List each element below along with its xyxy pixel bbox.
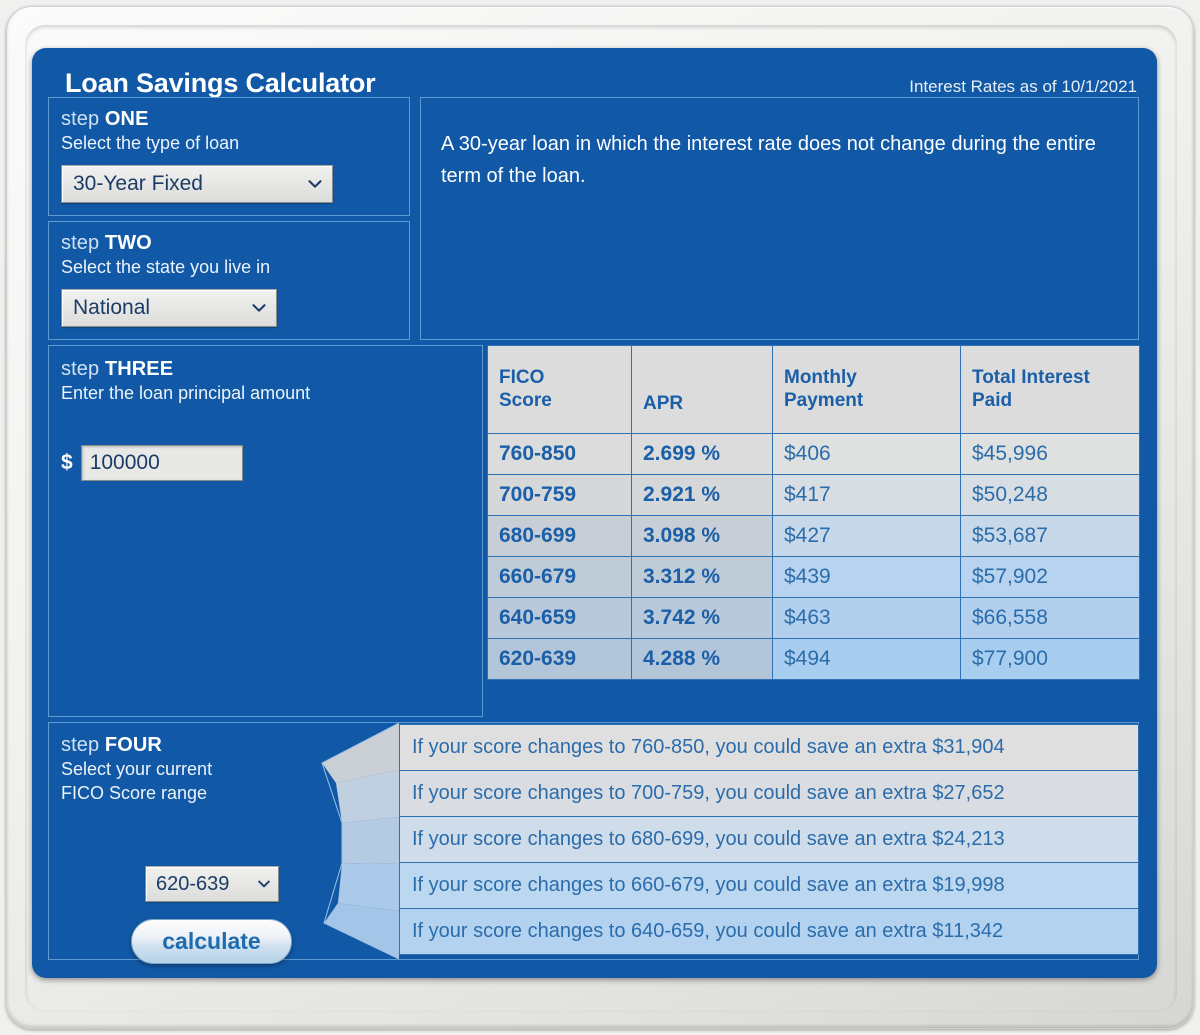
loan-savings-calculator-app: Loan Savings Calculator Interest Rates a… — [32, 48, 1157, 978]
fico-range-select[interactable]: 620-639 — [145, 866, 279, 902]
column-header-total-interest-paid: Total Interest Paid — [960, 345, 1140, 434]
cell-apr: 2.699 % — [631, 433, 773, 475]
cell-fico-score: 760-850 — [487, 433, 632, 475]
chevron-down-icon — [257, 877, 271, 891]
cell-fico-score: 660-679 — [487, 556, 632, 598]
cell-apr: 3.742 % — [631, 597, 773, 639]
step-four-description-line2: FICO Score range — [61, 782, 208, 803]
cell-apr: 3.098 % — [631, 515, 773, 557]
step-three-step-number: THREE — [104, 358, 174, 380]
step-two-step-number: TWO — [104, 232, 152, 254]
rates-as-of-date: Interest Rates as of 10/1/2021 — [909, 77, 1137, 96]
cell-total-interest-paid: $66,558 — [960, 597, 1140, 639]
step-four-panel: step FOUR Select your current FICO Score… — [48, 722, 1139, 964]
cell-apr: 4.288 % — [631, 638, 773, 680]
step-four-step-number: FOUR — [104, 734, 162, 756]
currency-symbol: $ — [61, 450, 73, 474]
step-two-panel: step TWO Select the state you live in Na… — [48, 221, 410, 340]
rates-table-body: 760-850 2.699 % $406 $45,996 700-759 2.921 % $… — [487, 433, 1140, 680]
cell-fico-score: 700-759 — [487, 474, 632, 516]
cell-monthly-payment: $494 — [772, 638, 961, 680]
step-four-step-word: step — [61, 734, 100, 756]
step-three-panel: step THREE Enter the loan principal amou… — [48, 345, 483, 717]
chevron-down-icon — [307, 176, 323, 192]
step-four-text-block: step FOUR Select your current FICO Score… — [61, 734, 212, 804]
savings-row: If your score changes to 700-759, you co… — [399, 770, 1139, 817]
cell-fico-score: 680-699 — [487, 515, 632, 557]
loan-type-select-value: 30-Year Fixed — [73, 171, 203, 195]
column-header-monthly-payment: Monthly Payment — [772, 345, 961, 434]
step-two-description: Select the state you live in — [61, 257, 271, 277]
calculate-button-label: calculate — [162, 928, 261, 954]
calculate-button[interactable]: calculate — [131, 919, 292, 964]
fico-range-select-value: 620-639 — [156, 872, 230, 895]
column-header-fico-score: FICO Score — [487, 345, 632, 434]
funnel-graphic — [321, 723, 399, 959]
cell-total-interest-paid: $53,687 — [960, 515, 1140, 557]
state-select[interactable]: National — [61, 288, 277, 327]
principal-input-value: 100000 — [89, 450, 160, 474]
step-four-description-line1: Select your current — [61, 759, 213, 779]
cell-apr: 3.312 % — [631, 556, 773, 598]
loan-type-select[interactable]: 30-Year Fixed — [61, 164, 333, 203]
rates-table-header-row: FICO Score APR Monthly Payment Total Int… — [487, 345, 1140, 434]
step-one-panel: step ONE Select the type of loan 30-Year… — [48, 97, 410, 216]
cell-fico-score: 640-659 — [487, 597, 632, 639]
step-one-description: Select the type of loan — [61, 133, 240, 153]
savings-row: If your score changes to 680-699, you co… — [399, 816, 1139, 863]
principal-input[interactable]: 100000 — [80, 444, 243, 481]
cell-apr: 2.921 % — [631, 474, 773, 516]
cell-total-interest-paid: $77,900 — [960, 638, 1140, 680]
rates-table-head: FICO Score APR Monthly Payment Total Int… — [487, 345, 1140, 434]
state-select-value: National — [73, 295, 151, 319]
step-three-label: step THREE — [61, 358, 482, 381]
cell-total-interest-paid: $50,248 — [960, 474, 1140, 516]
rates-table: FICO Score APR Monthly Payment Total Int… — [487, 345, 1140, 680]
savings-row: If your score changes to 640-659, you co… — [399, 908, 1139, 955]
cell-monthly-payment: $406 — [772, 433, 961, 475]
step-one-step-word: step — [61, 108, 100, 130]
step-two-step-word: step — [61, 232, 100, 254]
cell-total-interest-paid: $57,902 — [960, 556, 1140, 598]
savings-row: If your score changes to 660-679, you co… — [399, 862, 1139, 909]
step-three-step-word: step — [61, 358, 100, 380]
cell-fico-score: 620-639 — [487, 638, 632, 680]
step-one-label: step ONE — [61, 108, 409, 131]
loan-description-panel: A 30-year loan in which the interest rat… — [420, 97, 1139, 340]
step-one-step-number: ONE — [104, 108, 149, 130]
loan-description-text: A 30-year loan in which the interest rat… — [441, 133, 1096, 187]
savings-row: If your score changes to 760-850, you co… — [399, 724, 1139, 771]
table-row: 660-679 3.312 % $439 $57,902 — [487, 556, 1140, 598]
cell-monthly-payment: $427 — [772, 515, 961, 557]
step-three-description: Enter the loan principal amount — [61, 383, 311, 403]
step-four-label: step FOUR — [61, 734, 212, 757]
table-row: 700-759 2.921 % $417 $50,248 — [487, 474, 1140, 516]
savings-list: If your score changes to 760-850, you co… — [399, 724, 1139, 955]
table-row: 680-699 3.098 % $427 $53,687 — [487, 515, 1140, 557]
principal-input-group: $ 100000 — [61, 444, 482, 481]
cell-monthly-payment: $463 — [772, 597, 961, 639]
cell-monthly-payment: $417 — [772, 474, 961, 516]
page-title: Loan Savings Calculator — [65, 68, 376, 98]
column-header-apr: APR — [631, 345, 773, 434]
cell-total-interest-paid: $45,996 — [960, 433, 1140, 475]
chevron-down-icon — [251, 300, 267, 316]
table-row: 640-659 3.742 % $463 $66,558 — [487, 597, 1140, 639]
table-row: 760-850 2.699 % $406 $45,996 — [487, 433, 1140, 475]
step-two-label: step TWO — [61, 232, 409, 255]
cell-monthly-payment: $439 — [772, 556, 961, 598]
table-row: 620-639 4.288 % $494 $77,900 — [487, 638, 1140, 680]
